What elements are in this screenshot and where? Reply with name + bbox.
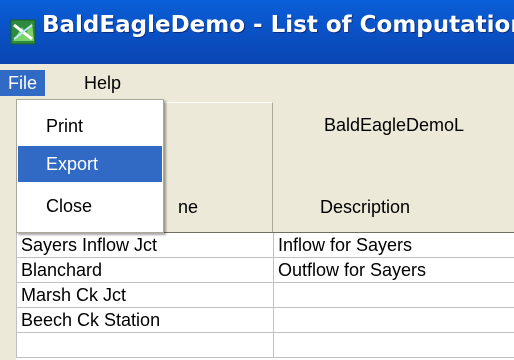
cell-description[interactable]: [274, 283, 514, 307]
cell-description[interactable]: Outflow for Sayers: [274, 258, 514, 282]
cell-element-name[interactable]: Blanchard: [16, 258, 274, 282]
menu-item-print-label: Print: [46, 116, 84, 136]
menu-item-close-label: Close: [46, 196, 93, 216]
menu-bar: File Help: [0, 64, 514, 102]
cell-element-name[interactable]: Marsh Ck Jct: [16, 283, 274, 307]
cell-description[interactable]: [274, 333, 514, 357]
header-description-label: Description: [320, 197, 411, 217]
cell-element-name[interactable]: Sayers Inflow Jct: [16, 233, 274, 257]
table-row[interactable]: Blanchard Outflow for Sayers: [16, 258, 514, 283]
cell-element-name[interactable]: Beech Ck Station: [16, 308, 274, 332]
cell-element-name[interactable]: [16, 333, 274, 357]
table-row[interactable]: Sayers Inflow Jct Inflow for Sayers: [16, 233, 514, 258]
cell-description[interactable]: [274, 308, 514, 332]
cell-description[interactable]: Inflow for Sayers: [274, 233, 514, 257]
window-title: BaldEagleDemo - List of Computation: [42, 12, 514, 38]
menu-item-export[interactable]: Export: [18, 146, 162, 182]
header-model-name[interactable]: BaldEagleDemoL: [274, 102, 514, 148]
file-menu-dropdown: Print Export Close: [16, 99, 164, 233]
menu-item-close[interactable]: Close: [18, 188, 162, 224]
app-icon: [10, 19, 36, 45]
menu-item-export-label: Export: [46, 154, 99, 174]
table-body: Sayers Inflow Jct Inflow for Sayers Blan…: [16, 233, 514, 358]
table-row[interactable]: [16, 333, 514, 358]
menu-file[interactable]: File: [0, 70, 46, 96]
table-row[interactable]: Marsh Ck Jct: [16, 283, 514, 308]
title-bar[interactable]: BaldEagleDemo - List of Computation: [0, 0, 514, 64]
menu-help[interactable]: Help: [76, 70, 129, 96]
menu-item-print[interactable]: Print: [18, 108, 162, 144]
header-name-label: ne: [177, 197, 198, 217]
table-row[interactable]: Beech Ck Station: [16, 308, 514, 333]
header-description-cell[interactable]: Description: [274, 148, 514, 232]
